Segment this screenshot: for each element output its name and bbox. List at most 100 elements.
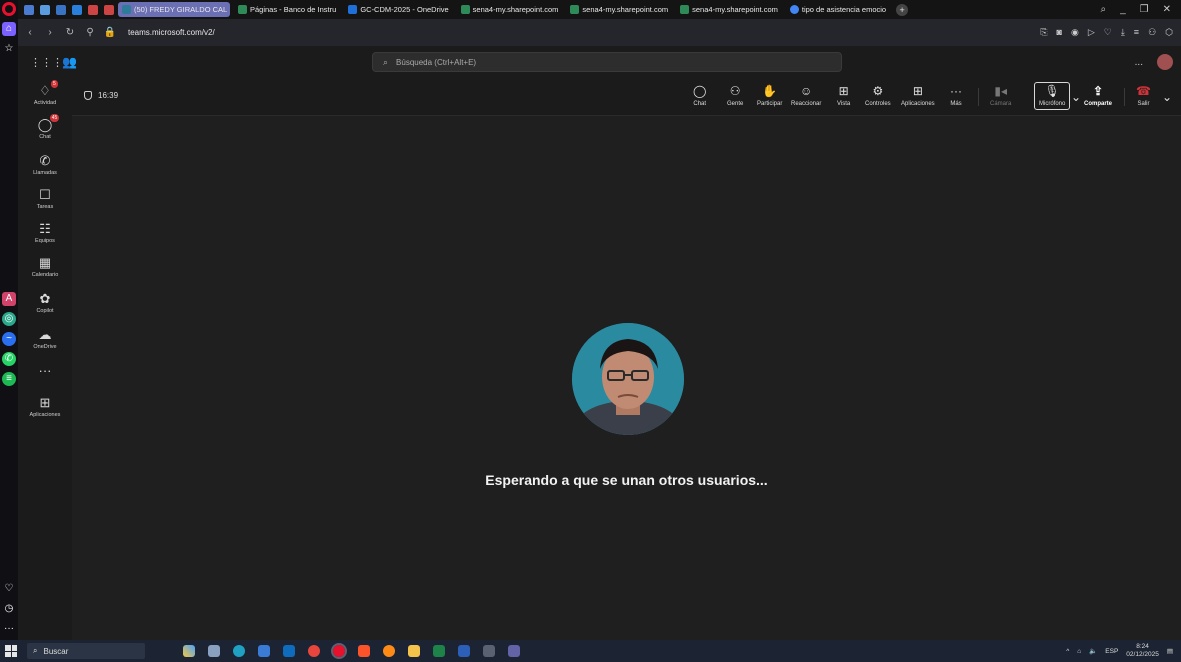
- workspace-icon[interactable]: [56, 4, 66, 15]
- camera-snap-icon[interactable]: ◙: [1057, 27, 1062, 38]
- minimize-icon[interactable]: _: [1120, 4, 1126, 15]
- controls-button[interactable]: ⚙ Controles: [865, 84, 891, 107]
- tb-label: Controles: [865, 101, 891, 107]
- bookmark-heart-icon[interactable]: ♡: [1104, 27, 1112, 38]
- share-button[interactable]: ⇪ Comparte: [1084, 84, 1112, 107]
- profile-icon[interactable]: ⚇: [1148, 27, 1156, 38]
- teams-app-icon[interactable]: [508, 645, 520, 657]
- raise-hand-button[interactable]: ✋ Participar: [757, 84, 782, 107]
- clock[interactable]: 8:24 02/12/2025: [1126, 643, 1159, 659]
- brave-icon[interactable]: [358, 645, 370, 657]
- rail-item-aplicaciones[interactable]: ⊞ Aplicaciones: [18, 395, 72, 419]
- rail-item-equipos[interactable]: ☷ Equipos: [18, 222, 72, 245]
- firefox-icon[interactable]: [383, 645, 395, 657]
- apps-button[interactable]: ⊞ Aplicaciones: [901, 84, 935, 107]
- task-view-icon[interactable]: [208, 645, 220, 657]
- reload-icon[interactable]: ↻: [62, 27, 78, 38]
- easy-setup-icon[interactable]: ≡: [1134, 27, 1139, 38]
- rail-item-tareas[interactable]: ☐ Tareas: [18, 188, 72, 211]
- edge-icon[interactable]: [233, 645, 245, 657]
- more-button[interactable]: ··· Más: [950, 84, 962, 107]
- tray-overflow-icon[interactable]: ^: [1066, 648, 1069, 655]
- browser-tab[interactable]: tipo de asistencia emocio: [786, 2, 890, 17]
- extensions-icon[interactable]: ⬡: [1165, 27, 1173, 38]
- play-icon[interactable]: ▷: [1088, 27, 1095, 38]
- gmail-icon[interactable]: [88, 4, 98, 15]
- browser-tab[interactable]: sena4-my.sharepoint.com: [457, 2, 563, 17]
- volume-icon[interactable]: 🔈: [1089, 647, 1097, 655]
- workspace-icon[interactable]: [24, 4, 34, 15]
- new-tab-button[interactable]: +: [896, 3, 909, 16]
- whatsapp-icon[interactable]: ✆: [2, 352, 16, 366]
- language-indicator[interactable]: ESP: [1105, 648, 1118, 655]
- heart-icon[interactable]: ♡: [2, 582, 16, 596]
- sidebar-more-icon[interactable]: ···: [2, 622, 16, 636]
- window-controls: ⌕ _ ❐ ✕: [1100, 4, 1181, 15]
- network-icon[interactable]: ⌂: [1077, 648, 1081, 655]
- rail-item-more[interactable]: ···: [18, 364, 72, 378]
- rail-label: Llamadas: [33, 170, 57, 176]
- outlook-icon[interactable]: [283, 645, 295, 657]
- browser-tab[interactable]: sena4-my.sharepoint.com: [676, 2, 782, 17]
- rail-item-onedrive[interactable]: ☁ OneDrive: [18, 328, 72, 351]
- people-button[interactable]: ⚇ Gente: [727, 84, 743, 107]
- aria-icon[interactable]: A: [2, 292, 16, 306]
- rail-item-chat[interactable]: ◯ 45 Chat: [18, 114, 72, 140]
- notifications-icon[interactable]: ▤: [1167, 647, 1173, 655]
- more-icon: ···: [38, 363, 52, 378]
- excel-icon[interactable]: [433, 645, 445, 657]
- settings-more-button[interactable]: ...: [1135, 57, 1143, 68]
- close-icon[interactable]: ✕: [1163, 4, 1171, 15]
- onedrive-tab-icon[interactable]: [72, 4, 82, 15]
- apps-icon: ⊞: [39, 395, 51, 410]
- file-explorer-icon[interactable]: [408, 645, 420, 657]
- star-icon[interactable]: ☆: [2, 42, 16, 56]
- app-launcher-icon[interactable]: ⋮⋮⋮: [30, 56, 63, 69]
- browser-tab[interactable]: sena4-my.sharepoint.com: [566, 2, 672, 17]
- tb-label: Aplicaciones: [901, 101, 935, 107]
- rail-item-copilot[interactable]: ✿ Copilot: [18, 292, 72, 315]
- chatgpt-icon[interactable]: ◎: [2, 312, 16, 326]
- vpn-icon[interactable]: ◉: [1071, 27, 1079, 38]
- search-icon: ⌕: [33, 646, 38, 655]
- taskbar-search[interactable]: ⌕ Buscar: [27, 643, 145, 659]
- windows-start-icon[interactable]: [5, 645, 17, 657]
- maximize-icon[interactable]: ❐: [1140, 4, 1149, 15]
- rail-item-actividad[interactable]: ♢ 5 Actividad: [18, 80, 72, 106]
- opera-logo-icon[interactable]: [2, 2, 16, 16]
- messenger-icon[interactable]: ~: [2, 332, 16, 346]
- forward-icon[interactable]: ›: [42, 27, 58, 38]
- screenshot-icon[interactable]: ⎘: [1040, 27, 1047, 38]
- history-icon[interactable]: ◷: [2, 602, 16, 616]
- back-icon[interactable]: ‹: [22, 27, 38, 38]
- sparkle-icon[interactable]: [183, 645, 195, 657]
- rail-item-calendario[interactable]: ▦ Calendario: [18, 256, 72, 279]
- gmail-icon[interactable]: [104, 4, 114, 15]
- word-icon[interactable]: [458, 645, 470, 657]
- mic-options-chevron[interactable]: ⌄: [1071, 90, 1081, 107]
- store-icon[interactable]: [258, 645, 270, 657]
- search-input[interactable]: ⌕ Búsqueda (Ctrl+Alt+E): [372, 52, 842, 72]
- workspace-icon[interactable]: [40, 4, 50, 15]
- url-text[interactable]: teams.microsoft.com/v2/: [128, 28, 215, 37]
- leave-options-chevron[interactable]: ⌄: [1162, 90, 1172, 107]
- rail-item-llamadas[interactable]: ✆ Llamadas: [18, 154, 72, 177]
- chat-button[interactable]: ◯ Chat: [693, 84, 706, 107]
- home-icon[interactable]: ⌂: [2, 22, 16, 36]
- browser-tab[interactable]: GC-CDM-2025 - OneDrive: [344, 2, 452, 17]
- spotify-icon[interactable]: ≡: [2, 372, 16, 386]
- site-settings-icon[interactable]: ⚲: [82, 27, 98, 38]
- camera-button[interactable]: ▮◂ Cámara: [990, 84, 1011, 107]
- mic-button[interactable]: 🎙 Micrófono: [1034, 82, 1071, 110]
- download-icon[interactable]: ⤓: [1121, 27, 1125, 38]
- browser-tab[interactable]: (50) FREDY GIRALDO CAL: [118, 2, 230, 17]
- search-tabs-icon[interactable]: ⌕: [1100, 4, 1106, 15]
- react-button[interactable]: ☺ Reaccionar: [791, 84, 821, 107]
- leave-button[interactable]: ☎ Salir: [1136, 84, 1151, 107]
- browser-tab[interactable]: Páginas - Banco de Instru: [234, 2, 340, 17]
- calculator-icon[interactable]: [483, 645, 495, 657]
- avatar[interactable]: [1157, 54, 1173, 70]
- view-button[interactable]: ⊞ Vista: [837, 84, 850, 107]
- opera-icon[interactable]: [331, 643, 347, 659]
- chrome-icon[interactable]: [308, 645, 320, 657]
